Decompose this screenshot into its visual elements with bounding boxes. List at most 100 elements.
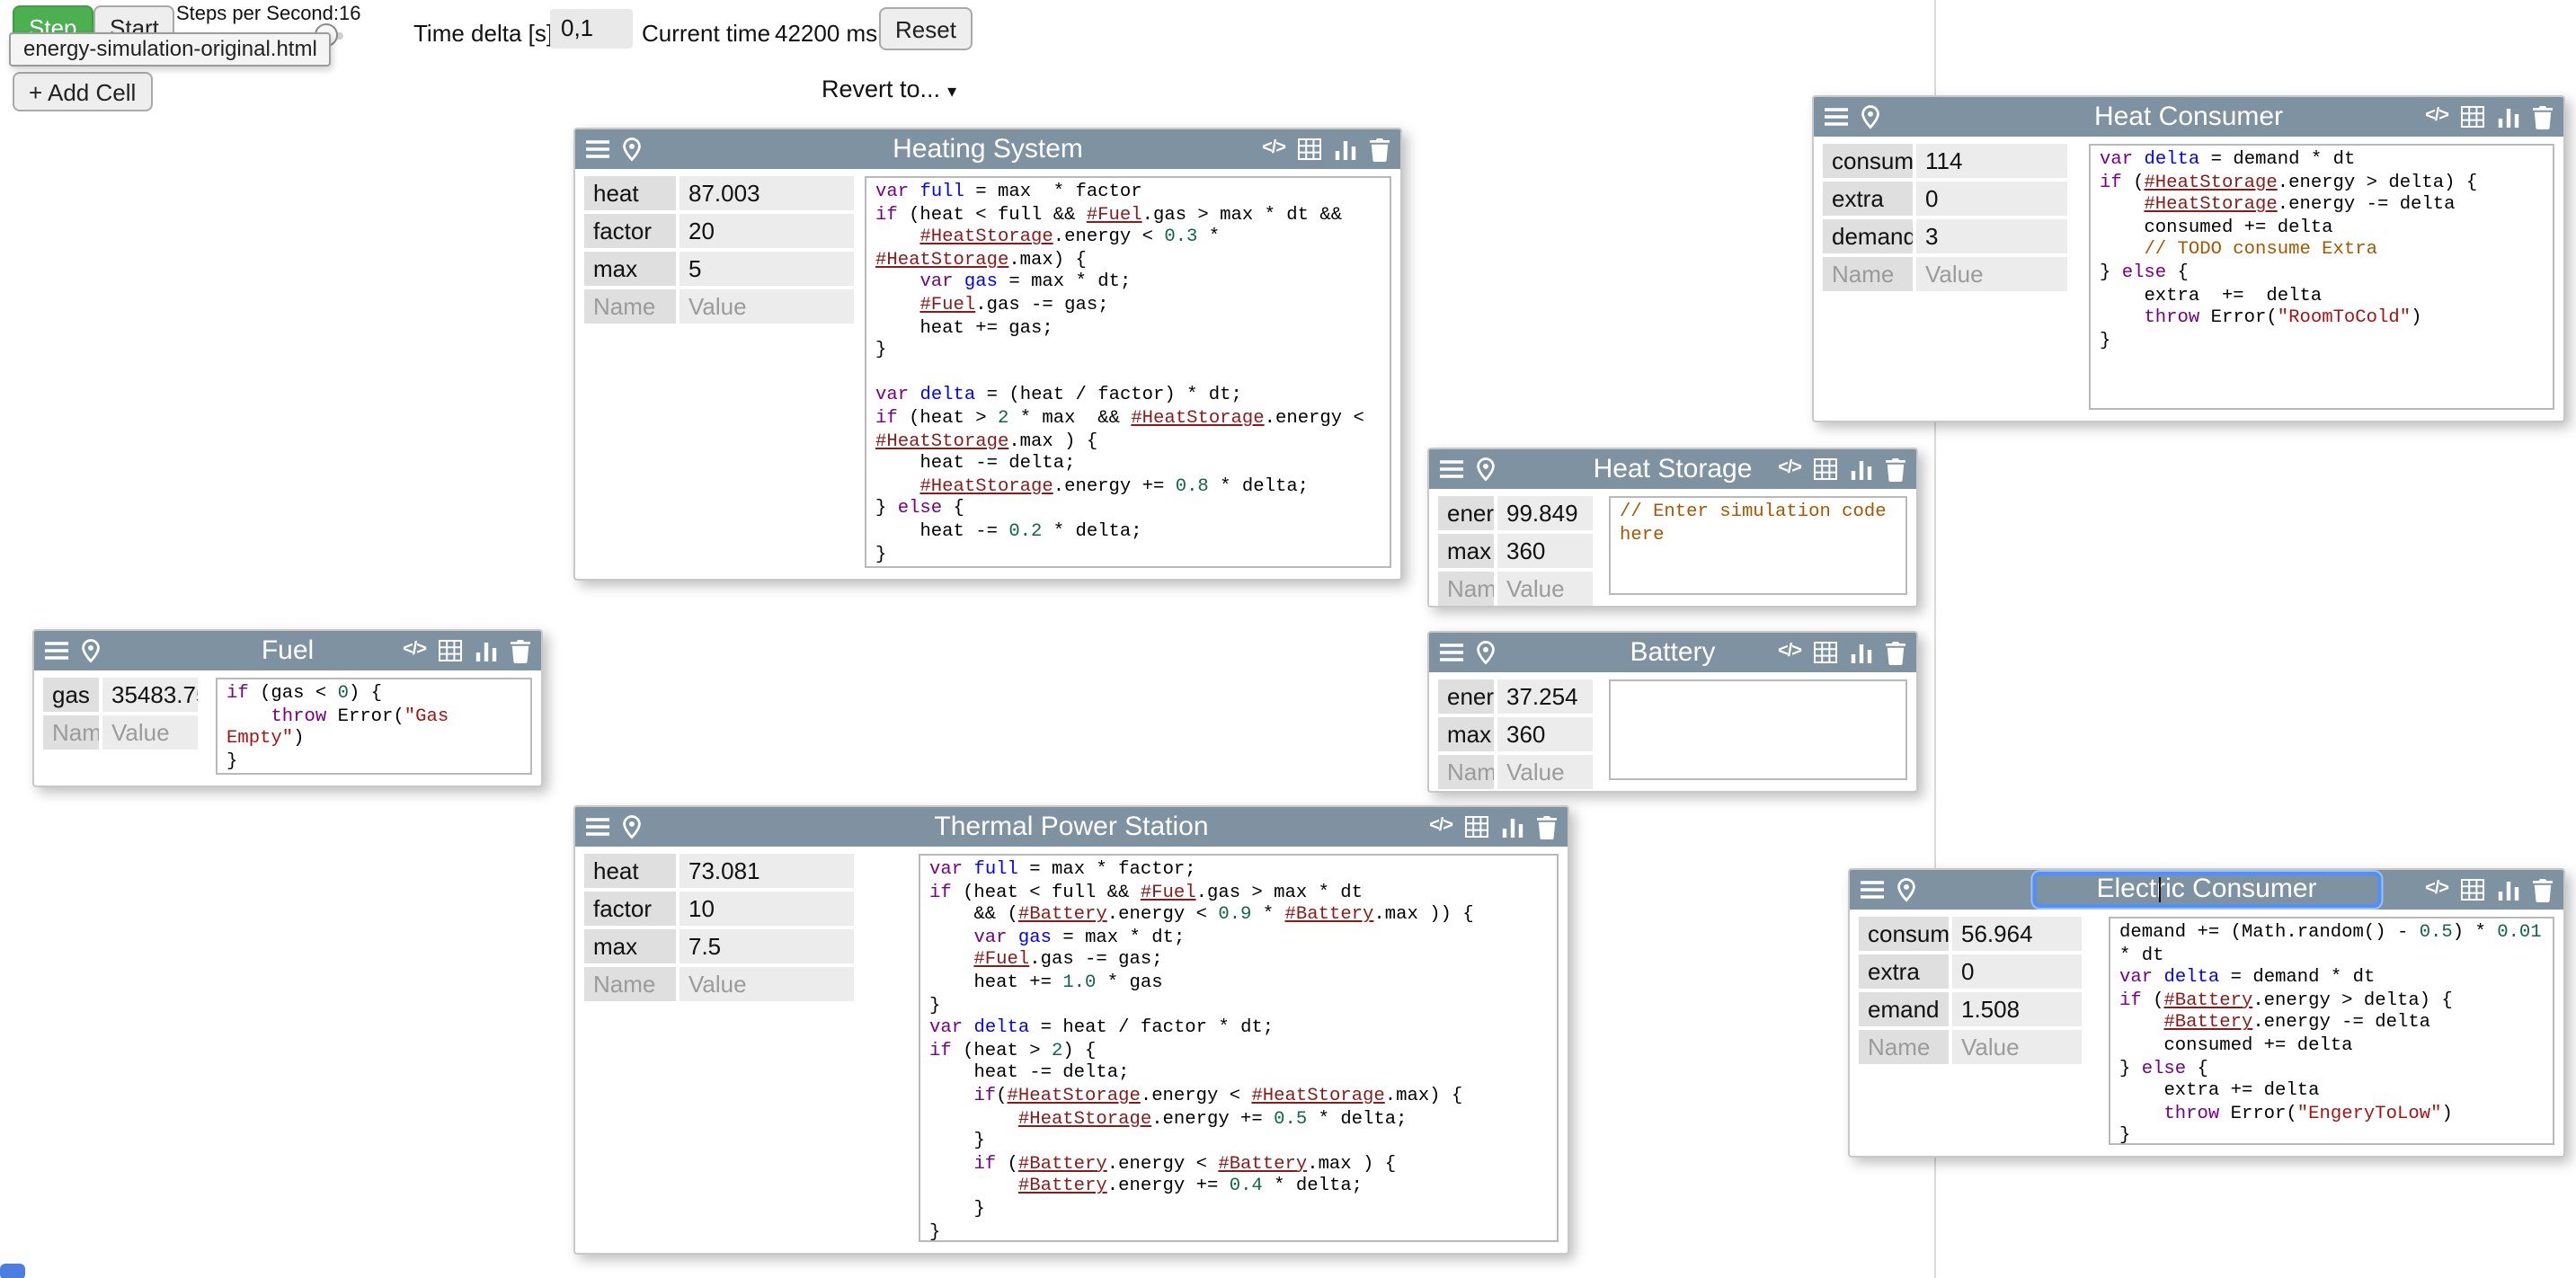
menu-icon[interactable] bbox=[45, 641, 68, 661]
trash-icon[interactable] bbox=[2533, 878, 2553, 901]
cell-title-edit-field[interactable]: Electric Consumer bbox=[2031, 872, 2381, 908]
var-value-placeholder[interactable]: Value bbox=[102, 715, 198, 750]
var-value-cell[interactable]: 56.964 bbox=[1952, 917, 2082, 951]
code-editor[interactable]: var full = max * factor if (heat < full … bbox=[865, 176, 1391, 568]
table-view-icon[interactable] bbox=[1298, 138, 1321, 160]
var-value-placeholder[interactable]: Value bbox=[1497, 572, 1593, 606]
cell-title[interactable]: Battery bbox=[1630, 637, 1715, 668]
chart-view-icon[interactable] bbox=[1501, 816, 1524, 838]
var-name-cell[interactable]: factor bbox=[584, 892, 676, 926]
var-name-cell[interactable]: ener bbox=[1438, 496, 1494, 530]
cell-title[interactable]: Fuel bbox=[262, 635, 314, 666]
var-value-cell[interactable]: 7.5 bbox=[680, 929, 854, 963]
var-name-cell[interactable]: extra bbox=[1823, 182, 1913, 216]
menu-icon[interactable] bbox=[586, 817, 609, 837]
time-delta-input[interactable]: 0,1 bbox=[550, 9, 633, 49]
chart-view-icon[interactable] bbox=[1850, 458, 1873, 480]
location-pin-icon[interactable] bbox=[622, 137, 642, 162]
var-value-cell[interactable]: 87.003 bbox=[680, 176, 854, 210]
code-editor[interactable]: // Enter simulation code here bbox=[1609, 496, 1907, 595]
location-pin-icon[interactable] bbox=[1476, 640, 1496, 665]
add-cell-button[interactable]: + Add Cell bbox=[13, 72, 152, 111]
var-name-cell[interactable]: gas bbox=[43, 678, 99, 712]
code-view-icon[interactable]: </> bbox=[1778, 642, 1801, 663]
var-name-cell[interactable]: extra bbox=[1859, 954, 1949, 989]
menu-icon[interactable] bbox=[1861, 880, 1884, 900]
var-value-cell[interactable]: 114 bbox=[1916, 144, 2067, 178]
var-value-cell[interactable]: 20 bbox=[680, 214, 854, 248]
trash-icon[interactable] bbox=[1537, 815, 1557, 839]
chart-view-icon[interactable] bbox=[2497, 879, 2520, 901]
var-value-cell[interactable]: 1.508 bbox=[1952, 992, 2082, 1026]
cell-header[interactable]: Fuel </> bbox=[34, 631, 541, 670]
var-name-cell[interactable]: heat bbox=[584, 176, 676, 210]
var-name-cell[interactable]: factor bbox=[584, 214, 676, 248]
code-view-icon[interactable]: </> bbox=[2425, 879, 2448, 901]
var-name-placeholder[interactable]: Nam bbox=[43, 715, 99, 750]
var-name-placeholder[interactable]: Nam bbox=[1438, 572, 1494, 606]
var-name-placeholder[interactable]: Name bbox=[584, 289, 676, 324]
table-view-icon[interactable] bbox=[2461, 879, 2484, 901]
revert-dropdown[interactable]: Revert to...▾ bbox=[822, 75, 956, 102]
cell-title[interactable]: Heat Storage bbox=[1594, 454, 1753, 484]
code-view-icon[interactable]: </> bbox=[1429, 816, 1452, 838]
var-value-cell[interactable]: 0 bbox=[1952, 954, 2082, 989]
cell-title[interactable]: Thermal Power Station bbox=[934, 812, 1208, 842]
menu-icon[interactable] bbox=[586, 139, 609, 159]
var-name-cell[interactable]: emand bbox=[1859, 992, 1949, 1026]
var-value-cell[interactable]: 35483.75 bbox=[102, 678, 198, 712]
var-value-placeholder[interactable]: Value bbox=[1497, 755, 1593, 789]
var-value-cell[interactable]: 73.081 bbox=[680, 854, 854, 888]
var-value-cell[interactable]: 37.254 bbox=[1497, 679, 1593, 714]
code-view-icon[interactable]: </> bbox=[403, 640, 426, 661]
var-value-placeholder[interactable]: Value bbox=[1916, 257, 2067, 291]
var-name-cell[interactable]: ener bbox=[1438, 679, 1494, 714]
var-name-placeholder[interactable]: Name bbox=[1823, 257, 1913, 291]
var-value-placeholder[interactable]: Value bbox=[680, 967, 854, 1001]
menu-icon[interactable] bbox=[1440, 643, 1463, 662]
chart-view-icon[interactable] bbox=[1850, 642, 1873, 663]
var-value-cell[interactable]: 5 bbox=[680, 252, 854, 286]
partial-blue-button[interactable] bbox=[0, 1264, 25, 1278]
code-editor[interactable]: demand += (Math.random() - 0.5) * 0.01 *… bbox=[2109, 917, 2554, 1145]
var-value-cell[interactable]: 10 bbox=[680, 892, 854, 926]
cell-header[interactable]: Thermal Power Station </> bbox=[575, 807, 1568, 847]
cell-header[interactable]: Battery </> bbox=[1429, 633, 1916, 672]
code-editor[interactable]: var full = max * factor; if (heat < full… bbox=[919, 854, 1559, 1242]
table-view-icon[interactable] bbox=[1814, 458, 1837, 480]
cell-header[interactable]: Heating System </> bbox=[575, 129, 1400, 169]
var-name-cell[interactable]: max bbox=[584, 929, 676, 963]
var-value-cell[interactable]: 99.849 bbox=[1497, 496, 1593, 530]
var-name-cell[interactable]: consum bbox=[1859, 917, 1949, 951]
reset-button[interactable]: Reset bbox=[879, 7, 973, 50]
trash-icon[interactable] bbox=[1886, 641, 1905, 664]
code-view-icon[interactable]: </> bbox=[1778, 458, 1801, 480]
var-value-placeholder[interactable]: Value bbox=[1952, 1030, 2082, 1064]
location-pin-icon[interactable] bbox=[1476, 457, 1496, 482]
trash-icon[interactable] bbox=[1370, 138, 1390, 161]
table-view-icon[interactable] bbox=[1465, 816, 1488, 838]
var-name-cell[interactable]: max bbox=[584, 252, 676, 286]
code-view-icon[interactable]: </> bbox=[1262, 138, 1285, 160]
var-name-cell[interactable]: consum bbox=[1823, 144, 1913, 178]
cell-title[interactable]: Heating System bbox=[893, 134, 1083, 164]
trash-icon[interactable] bbox=[511, 639, 530, 662]
location-pin-icon[interactable] bbox=[622, 814, 642, 839]
code-editor[interactable] bbox=[1609, 679, 1907, 780]
var-name-placeholder[interactable]: Name bbox=[584, 967, 676, 1001]
trash-icon[interactable] bbox=[1886, 457, 1905, 481]
cell-header[interactable]: Electric Consumer </> bbox=[1850, 870, 2563, 910]
cell-header[interactable]: Heat Storage </> bbox=[1429, 449, 1916, 489]
table-view-icon[interactable] bbox=[1814, 642, 1837, 663]
var-value-cell[interactable]: 360 bbox=[1497, 534, 1593, 568]
var-name-cell[interactable]: heat bbox=[584, 854, 676, 888]
var-name-cell[interactable]: demand bbox=[1823, 219, 1913, 253]
var-value-cell[interactable]: 0 bbox=[1916, 182, 2067, 216]
chart-view-icon[interactable] bbox=[1334, 138, 1357, 160]
var-value-cell[interactable]: 360 bbox=[1497, 717, 1593, 751]
menu-icon[interactable] bbox=[1440, 459, 1463, 479]
var-value-placeholder[interactable]: Value bbox=[680, 289, 854, 324]
var-name-placeholder[interactable]: Nam bbox=[1438, 755, 1494, 789]
chart-view-icon[interactable] bbox=[475, 640, 498, 661]
table-view-icon[interactable] bbox=[439, 640, 462, 661]
